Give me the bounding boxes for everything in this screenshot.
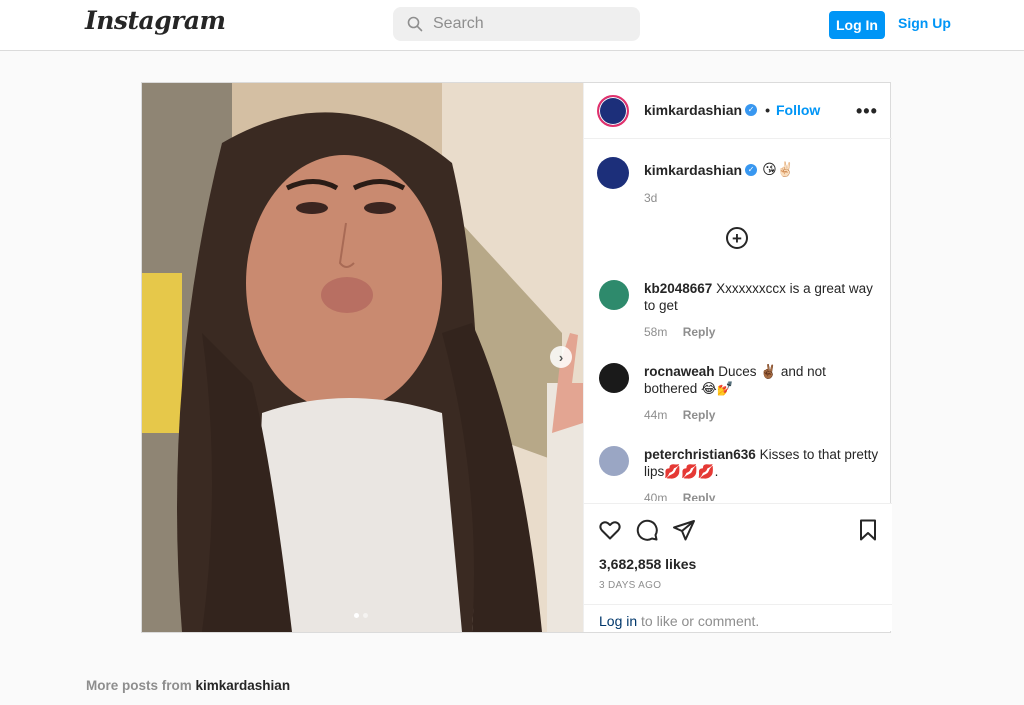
comment-text: kb2048667 Xxxxxxxccx is a great way to g… bbox=[644, 280, 880, 314]
comment-username[interactable]: kb2048667 bbox=[644, 281, 712, 296]
separator-dot: • bbox=[765, 102, 770, 118]
login-prompt: Log in to like or comment. bbox=[584, 604, 892, 632]
reply-button[interactable]: Reply bbox=[683, 325, 716, 339]
post-card: › kimkardashian ✓ • Follow ••• kimkardas… bbox=[141, 82, 892, 633]
caption-username[interactable]: kimkardashian bbox=[644, 162, 742, 178]
login-link[interactable]: Log in bbox=[599, 613, 637, 629]
comment-item: peterchristian636 Kisses to that pretty … bbox=[584, 446, 892, 501]
bookmark-icon[interactable] bbox=[856, 518, 880, 542]
comment-time: 40m bbox=[644, 491, 668, 501]
search-input[interactable]: Search bbox=[393, 7, 640, 41]
signup-link[interactable]: Sign Up bbox=[898, 15, 951, 31]
avatar[interactable] bbox=[599, 363, 629, 393]
more-posts-user[interactable]: kimkardashian bbox=[196, 678, 291, 693]
share-icon[interactable] bbox=[672, 518, 696, 542]
load-more-comments-icon[interactable]: + bbox=[726, 227, 748, 249]
avatar[interactable] bbox=[599, 446, 629, 476]
comment-text: rocnaweah Duces ✌🏾 and not bothered 😂💅 bbox=[644, 363, 880, 397]
post-header: kimkardashian ✓ • Follow ••• bbox=[584, 83, 892, 139]
verified-badge-icon: ✓ bbox=[745, 104, 758, 116]
verified-badge-icon: ✓ bbox=[745, 163, 758, 176]
search-placeholder: Search bbox=[433, 15, 484, 32]
next-slide-button[interactable]: › bbox=[550, 346, 572, 368]
more-posts-prefix: More posts from bbox=[86, 678, 196, 693]
caption-timestamp: 3d bbox=[644, 191, 658, 205]
more-posts-heading: More posts from kimkardashian bbox=[86, 678, 290, 693]
carousel-dots bbox=[354, 613, 368, 618]
comment-meta: 40m Reply bbox=[644, 491, 715, 501]
reply-button[interactable]: Reply bbox=[683, 408, 716, 422]
post-photo[interactable]: › bbox=[142, 83, 583, 632]
comment-time: 44m bbox=[644, 408, 668, 422]
carousel-dot bbox=[363, 613, 368, 618]
comment-username[interactable]: rocnaweah bbox=[644, 364, 715, 379]
avatar[interactable] bbox=[599, 280, 629, 310]
caption-text: 😘✌🏻 bbox=[762, 161, 795, 177]
post-sidebar: kimkardashian ✓ • Follow ••• kimkardashi… bbox=[583, 83, 892, 632]
likes-count[interactable]: 3,682,858 likes bbox=[599, 556, 696, 572]
comment-time: 58m bbox=[644, 325, 668, 339]
selfie-image bbox=[142, 83, 583, 632]
reply-button[interactable]: Reply bbox=[683, 491, 716, 501]
instagram-logo[interactable]: Instagram bbox=[85, 6, 226, 35]
comment-meta: 58m Reply bbox=[644, 325, 715, 339]
login-prompt-text: to like or comment. bbox=[637, 613, 760, 629]
post-actions: 3,682,858 likes 3 DAYS AGO Log in to lik… bbox=[584, 503, 892, 631]
avatar[interactable] bbox=[597, 95, 629, 127]
comment-text: peterchristian636 Kisses to that pretty … bbox=[644, 446, 880, 480]
carousel-dot-active bbox=[354, 613, 359, 618]
login-button[interactable]: Log In bbox=[829, 11, 885, 39]
post-username[interactable]: kimkardashian bbox=[644, 102, 742, 118]
comment-meta: 44m Reply bbox=[644, 408, 715, 422]
caption-avatar[interactable] bbox=[597, 157, 629, 189]
follow-button[interactable]: Follow bbox=[776, 102, 820, 118]
comment-icon[interactable] bbox=[635, 518, 659, 542]
search-icon bbox=[407, 16, 423, 32]
comment-username[interactable]: peterchristian636 bbox=[644, 447, 756, 462]
more-options-icon[interactable]: ••• bbox=[856, 101, 878, 122]
top-nav: Instagram Search Log In Sign Up bbox=[0, 0, 1024, 51]
heart-icon[interactable] bbox=[598, 518, 622, 542]
post-date: 3 DAYS AGO bbox=[599, 580, 662, 591]
